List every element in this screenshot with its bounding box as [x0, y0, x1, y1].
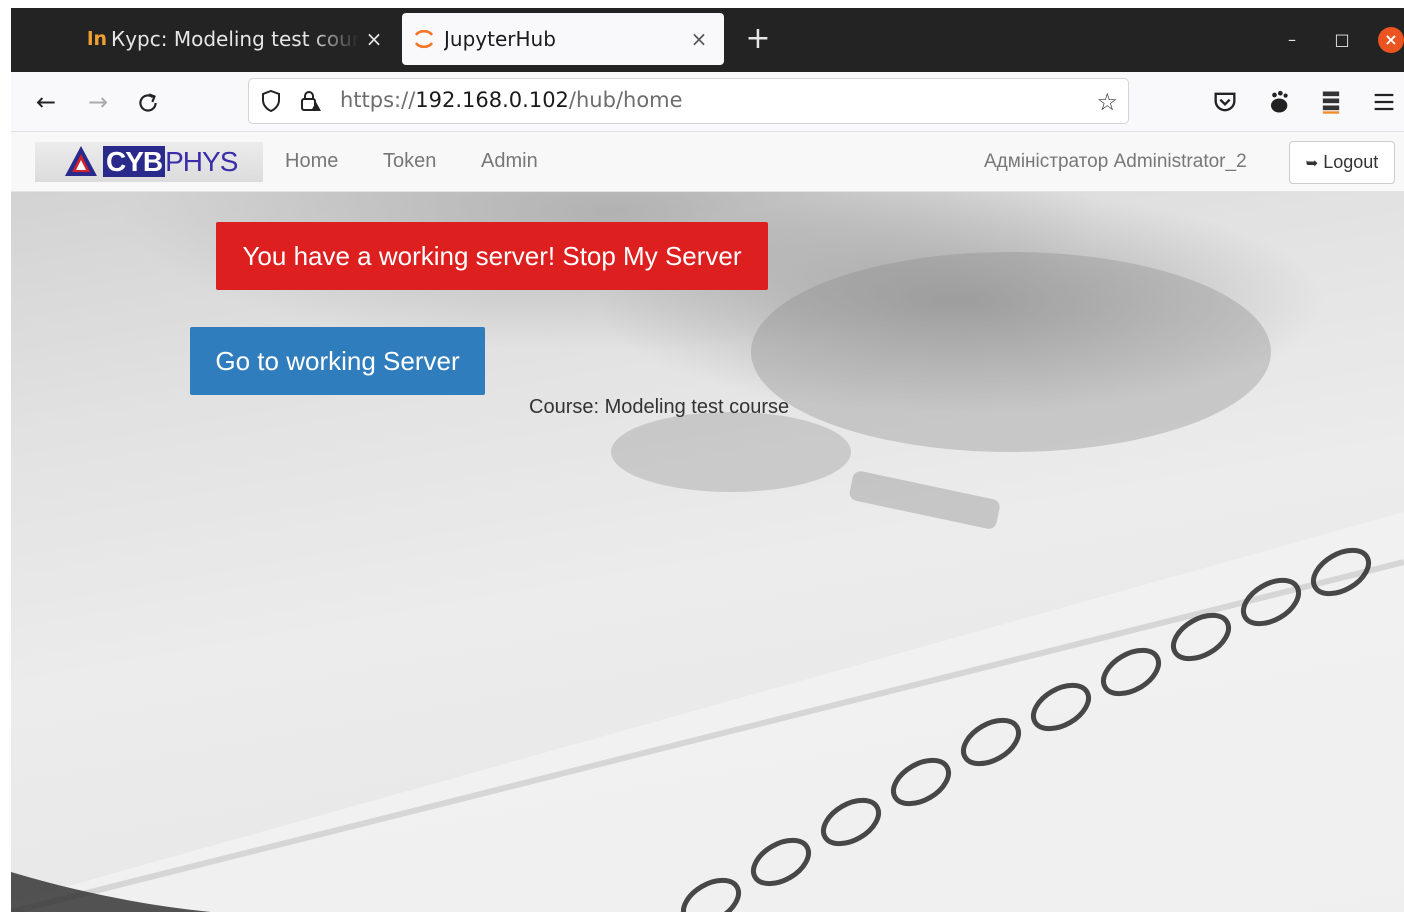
cybphys-logo[interactable]: CYB PHYS — [35, 142, 263, 182]
bookmark-star-icon[interactable]: ☆ — [1096, 88, 1118, 116]
url-text[interactable]: https://192.168.0.102/hub/home — [340, 88, 683, 112]
minimize-button[interactable]: – — [1279, 27, 1305, 53]
cybphys-logo-icon — [65, 146, 97, 176]
menu-hamburger-icon[interactable] — [1370, 88, 1398, 116]
close-icon[interactable]: × — [684, 27, 714, 51]
left-edge — [0, 0, 11, 912]
gnome-extension-icon[interactable] — [1264, 88, 1292, 116]
jupyter-icon — [414, 29, 434, 49]
page-content: CYB PHYS Home Token Admin Адміністратор A… — [11, 132, 1404, 912]
url-path: /hub/home — [568, 88, 683, 112]
stop-server-button[interactable]: You have a working server! Stop My Serve… — [216, 222, 768, 290]
ln-logo-icon: ln — [87, 28, 108, 50]
tab-jupyterhub[interactable]: JupyterHub × — [402, 13, 724, 65]
logout-button[interactable]: ➥ Logout — [1289, 141, 1395, 184]
logo-text-phys: PHYS — [165, 146, 238, 177]
back-button[interactable]: ← — [29, 85, 63, 119]
url-host: 192.168.0.102 — [415, 88, 569, 112]
nav-admin-link[interactable]: Admin — [481, 150, 538, 173]
new-tab-button[interactable]: + — [741, 22, 775, 56]
reload-icon[interactable] — [135, 90, 161, 116]
shield-icon[interactable] — [259, 89, 283, 113]
maximize-button[interactable]: □ — [1329, 27, 1355, 53]
logout-label: Logout — [1323, 152, 1379, 172]
go-to-server-button[interactable]: Go to working Server — [190, 327, 485, 395]
close-icon[interactable]: × — [359, 27, 389, 51]
nav-token-link[interactable]: Token — [383, 150, 436, 173]
logout-icon: ➥ — [1305, 154, 1319, 172]
user-name: Адміністратор Administrator_2 — [984, 151, 1247, 172]
navigation-toolbar: ← → https://192.168.0.102/hub/home ☆ — [11, 72, 1404, 132]
logo-text-cyb: CYB — [103, 146, 166, 177]
pocket-icon[interactable] — [1211, 88, 1239, 116]
site-header: CYB PHYS Home Token Admin Адміністратор A… — [11, 132, 1404, 192]
url-scheme: https:// — [340, 88, 416, 112]
lock-warning-icon[interactable] — [298, 89, 322, 113]
tab-title: JupyterHub — [444, 27, 556, 51]
tab-title: Курс: Modeling test cours — [111, 27, 359, 51]
window-close-button[interactable]: × — [1378, 27, 1404, 53]
browser-window: ln Курс: Modeling test cours × JupyterHu… — [0, 0, 1404, 912]
address-bar[interactable]: https://192.168.0.102/hub/home ☆ — [248, 78, 1129, 124]
extension-icon[interactable] — [1317, 88, 1345, 116]
logo-wordmark: CYB PHYS — [103, 146, 238, 178]
course-label: Course: Modeling test course — [529, 396, 790, 418]
tab-bar: ln Курс: Modeling test cours × JupyterHu… — [11, 8, 1404, 72]
nav-home-link[interactable]: Home — [285, 150, 338, 173]
tab-course[interactable]: ln Курс: Modeling test cours × — [79, 13, 389, 65]
forward-button[interactable]: → — [81, 85, 115, 119]
